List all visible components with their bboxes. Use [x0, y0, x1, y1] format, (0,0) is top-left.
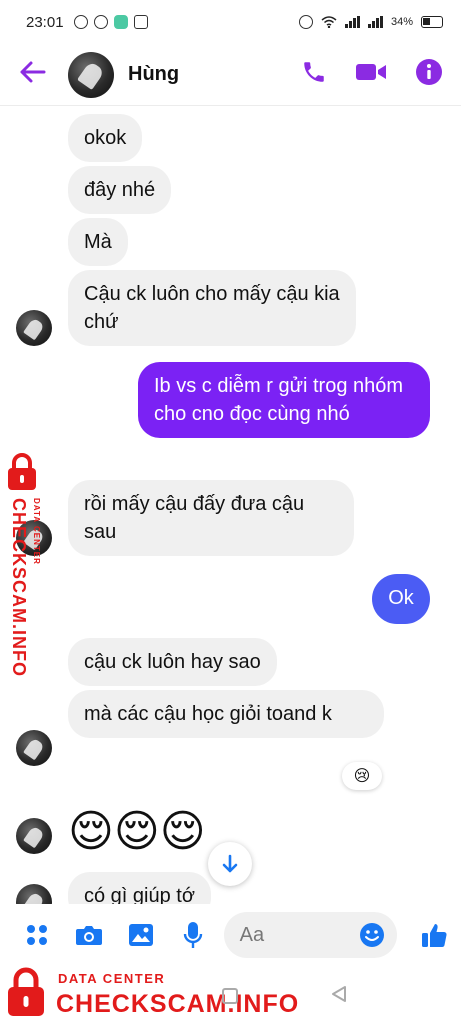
message-incoming[interactable]: đây nhé [68, 166, 172, 214]
contact-avatar[interactable] [68, 51, 114, 98]
microphone-icon[interactable] [178, 920, 208, 950]
video-call-icon[interactable] [355, 60, 387, 89]
system-status: 34% [298, 15, 443, 29]
message-incoming[interactable]: okok [68, 114, 143, 162]
arrow-down-icon [222, 854, 238, 873]
watermark-text: CHECKSCAM.INFO [56, 990, 300, 1018]
sender-avatar[interactable] [16, 884, 52, 904]
sender-avatar[interactable] [16, 310, 52, 346]
chat-header: Hùng [0, 44, 461, 106]
message-composer: Aa [0, 904, 461, 966]
phone-call-icon[interactable] [301, 59, 327, 90]
message-input[interactable]: Aa [223, 912, 398, 958]
emoji-icon[interactable] [359, 922, 385, 948]
emoji-message[interactable]: 😌😌😌 [68, 806, 206, 858]
like-thumb-icon[interactable] [419, 920, 449, 950]
info-icon[interactable] [415, 58, 443, 91]
sender-avatar[interactable] [16, 730, 52, 766]
messenger-icon [73, 15, 88, 29]
menu-dots-icon[interactable] [22, 920, 52, 950]
watermark-subtext: DATA CENTER [32, 498, 41, 565]
sender-avatar[interactable] [16, 818, 52, 854]
watermark-text: CHECKSCAM.INFO [9, 498, 29, 677]
contact-name[interactable]: Hùng [128, 63, 179, 86]
battery-percent: 34% [390, 16, 413, 28]
battery-icon [421, 16, 443, 28]
status-bar: 23:01 34% [0, 0, 461, 44]
message-outgoing[interactable]: Ok [372, 574, 430, 624]
watermark-subtext: DATA CENTER [58, 971, 166, 986]
signal-icon-2 [367, 16, 383, 28]
message-incoming[interactable]: rồi mấy cậu đấy đưa cậu sau [68, 480, 354, 556]
instagram-icon [133, 15, 148, 29]
nav-back-icon[interactable] [330, 985, 348, 1009]
status-time: 23:01 [26, 13, 64, 31]
wifi-icon [321, 16, 337, 28]
message-incoming[interactable]: mà các cậu học giỏi toand k [68, 690, 384, 738]
notification-icons [73, 15, 148, 29]
gallery-icon[interactable] [126, 920, 156, 950]
signal-icon [344, 16, 360, 28]
app-notification-icon [113, 15, 128, 29]
lock-icon [8, 453, 36, 490]
back-arrow-icon[interactable] [18, 60, 54, 90]
message-input-placeholder: Aa [239, 923, 265, 946]
alarm-icon [298, 15, 313, 29]
message-outgoing[interactable]: Ib vs c diễm r gửi trog nhóm cho cno đọc… [138, 362, 430, 438]
message-reaction[interactable]: 😢 [342, 762, 382, 790]
message-incoming[interactable]: Mà [68, 218, 128, 266]
message-incoming[interactable]: cậu ck luôn hay sao [68, 638, 277, 686]
message-incoming[interactable]: có gì giúp tớ [68, 872, 211, 904]
watermark-side: CHECKSCAM.INFO DATA CENTER [2, 452, 48, 677]
add-contact-icon [93, 15, 108, 29]
camera-icon[interactable] [74, 920, 104, 950]
message-incoming[interactable]: Cậu ck luôn cho mấy cậu kia chứ [68, 270, 356, 346]
scroll-to-bottom-button[interactable] [208, 842, 252, 886]
home-button[interactable] [222, 988, 238, 1004]
lock-icon [8, 967, 44, 1016]
